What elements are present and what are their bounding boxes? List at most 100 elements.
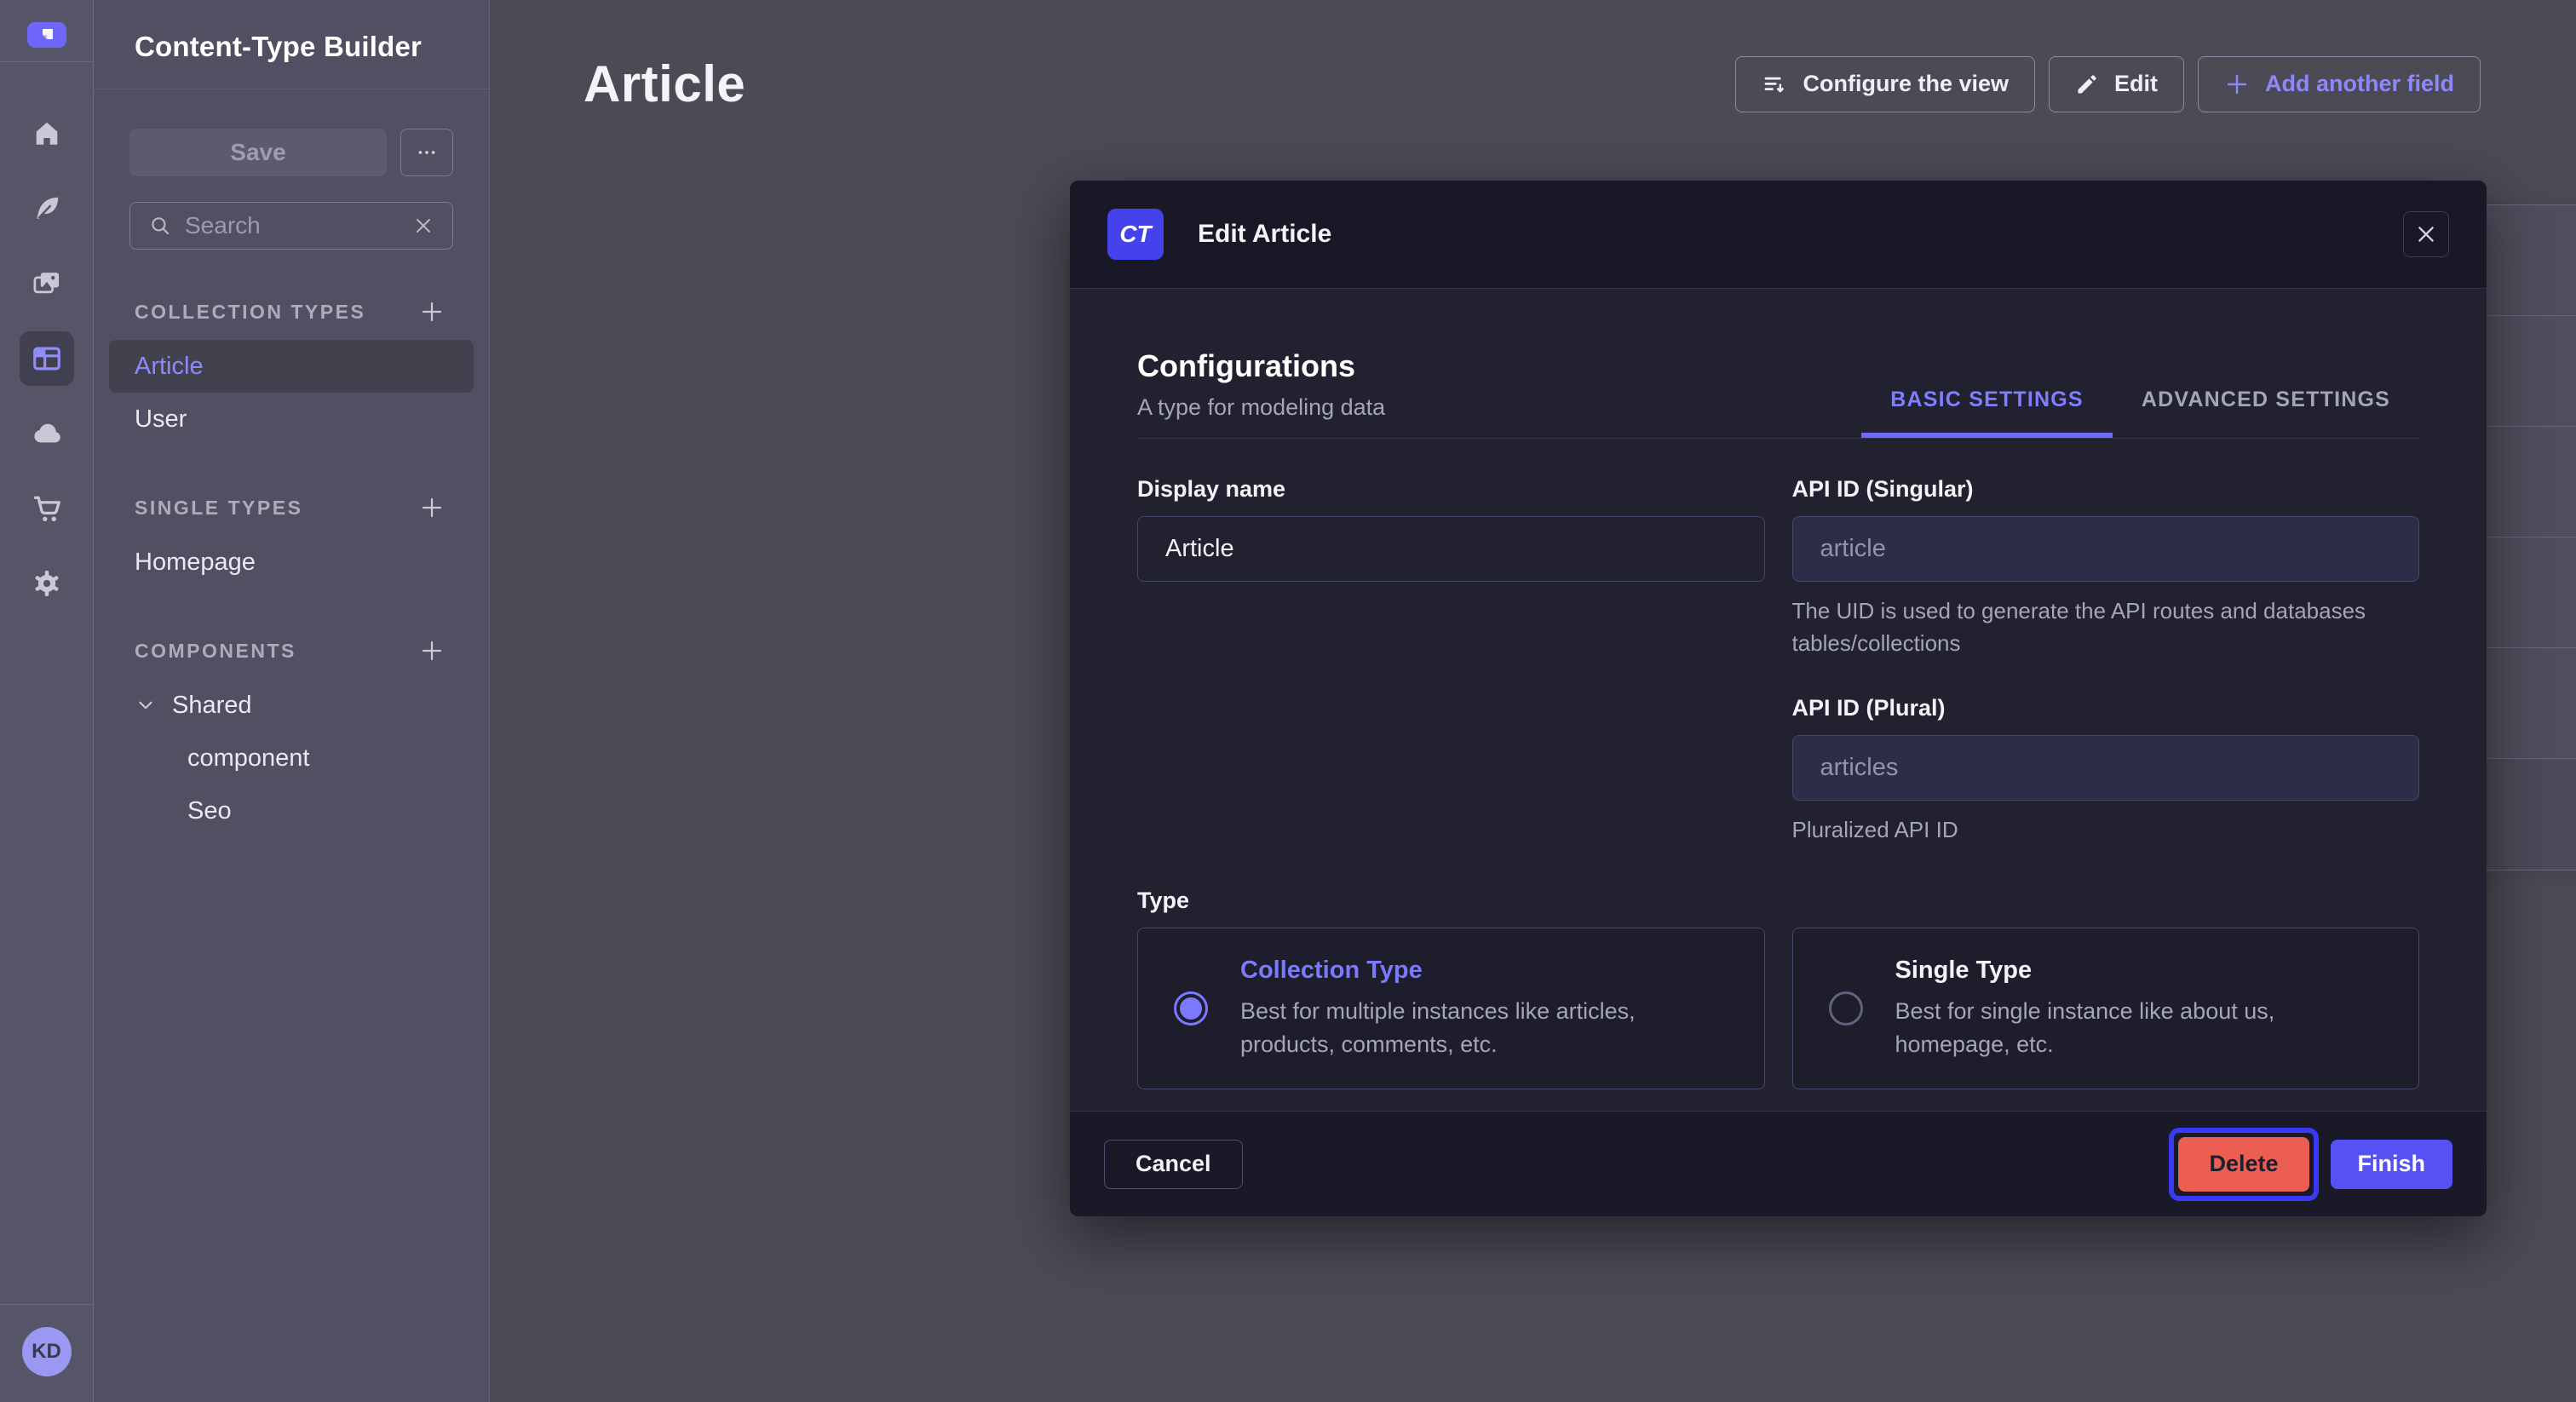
collection-types-label: COLLECTION TYPES bbox=[135, 301, 365, 324]
api-id-singular-hint: The UID is used to generate the API rout… bbox=[1792, 595, 2420, 659]
components-header: COMPONENTS bbox=[94, 638, 489, 664]
display-name-input[interactable] bbox=[1137, 516, 1765, 582]
radio-selected-icon[interactable] bbox=[1174, 991, 1208, 1026]
plus-icon bbox=[419, 638, 445, 664]
sidebar-group-shared-label: Shared bbox=[172, 692, 252, 720]
single-type-option[interactable]: Single Type Best for single instance lik… bbox=[1792, 928, 2420, 1089]
collection-type-description: Best for multiple instances like article… bbox=[1240, 995, 1728, 1060]
configurations-row: Configurations A type for modeling data … bbox=[1137, 348, 2419, 439]
save-button[interactable]: Save bbox=[129, 129, 387, 176]
configure-view-button[interactable]: Configure the view bbox=[1735, 56, 2035, 112]
nav-content-manager-button[interactable] bbox=[20, 181, 74, 236]
search-input[interactable] bbox=[185, 212, 400, 239]
api-id-singular-input[interactable] bbox=[1792, 516, 2420, 582]
nav-deploy-button[interactable] bbox=[20, 406, 74, 461]
modal-form: Display name API ID (Singular) The UID i… bbox=[1137, 476, 2419, 847]
strapi-logo-icon bbox=[37, 25, 57, 45]
strapi-logo[interactable] bbox=[27, 22, 66, 48]
edit-label: Edit bbox=[2114, 71, 2158, 97]
display-name-label: Display name bbox=[1137, 476, 1765, 503]
nav-settings-button[interactable] bbox=[20, 556, 74, 611]
modal-footer: Cancel Delete Finish bbox=[1070, 1111, 2487, 1216]
tab-advanced-settings[interactable]: ADVANCED SETTINGS bbox=[2113, 388, 2419, 438]
content-type-builder-icon bbox=[31, 342, 63, 375]
api-id-singular-label: API ID (Singular) bbox=[1792, 476, 2420, 503]
rail-bottom-divider bbox=[0, 1304, 94, 1305]
radio-unselected-icon[interactable] bbox=[1829, 991, 1863, 1026]
components-label: COMPONENTS bbox=[135, 640, 296, 663]
rail-bottom: KD bbox=[0, 1304, 94, 1402]
single-types-section: SINGLE TYPES Homepage bbox=[94, 495, 489, 589]
api-id-singular-field: API ID (Singular) The UID is used to gen… bbox=[1792, 476, 2420, 659]
add-component-button[interactable] bbox=[419, 638, 445, 664]
collection-type-texts: Collection Type Best for multiple instan… bbox=[1240, 957, 1728, 1060]
sidebar-controls: Save bbox=[129, 129, 453, 176]
main-header: Article Configure the view Edit bbox=[490, 0, 2576, 113]
avatar[interactable]: KD bbox=[22, 1327, 72, 1376]
collection-type-option[interactable]: Collection Type Best for multiple instan… bbox=[1137, 928, 1765, 1089]
single-types-label: SINGLE TYPES bbox=[135, 497, 302, 520]
gear-icon bbox=[31, 567, 63, 600]
feather-icon bbox=[32, 193, 62, 224]
modal-header: CT Edit Article bbox=[1070, 181, 2487, 289]
main-nav-rail: KD bbox=[0, 0, 94, 1402]
collection-types-section: COLLECTION TYPES Article User bbox=[94, 299, 489, 445]
nav-media-library-button[interactable] bbox=[20, 256, 74, 311]
close-modal-button[interactable] bbox=[2403, 211, 2449, 257]
sidebar-item-user[interactable]: User bbox=[109, 393, 474, 445]
pencil-icon bbox=[2075, 72, 2099, 96]
nav-content-type-builder-button[interactable] bbox=[20, 331, 74, 386]
rail-divider bbox=[0, 61, 94, 62]
sidebar-item-article[interactable]: Article bbox=[109, 340, 474, 393]
edit-button[interactable]: Edit bbox=[2049, 56, 2184, 112]
type-label: Type bbox=[1137, 888, 2419, 914]
search-box bbox=[129, 202, 453, 250]
plus-icon bbox=[419, 495, 445, 520]
footer-actions: Delete Finish bbox=[2169, 1128, 2452, 1201]
tab-basic-settings[interactable]: BASIC SETTINGS bbox=[1861, 388, 2113, 438]
screen: KD Content-Type Builder Save bbox=[0, 0, 2576, 1402]
modal-title: Edit Article bbox=[1198, 220, 1331, 249]
components-section: COMPONENTS Shared component Seo bbox=[94, 638, 489, 837]
api-id-plural-input[interactable] bbox=[1792, 735, 2420, 801]
cancel-button[interactable]: Cancel bbox=[1104, 1140, 1243, 1189]
modal-body: Configurations A type for modeling data … bbox=[1070, 289, 2487, 1111]
collection-types-header: COLLECTION TYPES bbox=[94, 299, 489, 325]
nav-home-button[interactable] bbox=[20, 106, 74, 161]
home-icon bbox=[32, 118, 62, 149]
close-icon bbox=[2414, 222, 2438, 246]
add-single-type-button[interactable] bbox=[419, 495, 445, 520]
header-actions: Configure the view Edit Add another fiel… bbox=[1735, 56, 2481, 112]
main-content: Article Configure the view Edit bbox=[490, 0, 2576, 1402]
api-id-plural-field: API ID (Plural) Pluralized API ID bbox=[1792, 695, 2420, 847]
content-type-builder-sidebar: Content-Type Builder Save bbox=[94, 0, 490, 1402]
display-name-field: Display name bbox=[1137, 476, 1765, 582]
ellipsis-icon bbox=[416, 141, 438, 164]
sidebar-header: Content-Type Builder bbox=[94, 0, 489, 89]
type-options: Collection Type Best for multiple instan… bbox=[1137, 928, 2419, 1089]
page-title: Article bbox=[584, 55, 745, 113]
nav-marketplace-button[interactable] bbox=[20, 481, 74, 536]
chevron-down-icon bbox=[135, 694, 157, 716]
sidebar-item-seo[interactable]: Seo bbox=[109, 784, 474, 837]
cart-icon bbox=[31, 492, 63, 525]
single-type-description: Best for single instance like about us, … bbox=[1895, 995, 2383, 1060]
sidebar-item-homepage[interactable]: Homepage bbox=[109, 536, 474, 589]
configurations-titles: Configurations A type for modeling data bbox=[1137, 348, 1385, 438]
more-actions-button[interactable] bbox=[400, 129, 453, 176]
add-another-field-button[interactable]: Add another field bbox=[2198, 56, 2481, 112]
single-type-title: Single Type bbox=[1895, 957, 2383, 985]
clear-search-icon[interactable] bbox=[413, 215, 434, 236]
finish-button[interactable]: Finish bbox=[2331, 1140, 2453, 1189]
rail-nav bbox=[20, 106, 74, 611]
sidebar-title: Content-Type Builder bbox=[135, 31, 448, 63]
configure-view-icon bbox=[1762, 72, 1787, 97]
api-id-plural-hint: Pluralized API ID bbox=[1792, 814, 2420, 847]
media-library-icon bbox=[32, 268, 62, 299]
sidebar-item-component[interactable]: component bbox=[109, 732, 474, 784]
settings-tabs: BASIC SETTINGS ADVANCED SETTINGS bbox=[1861, 388, 2419, 438]
add-collection-type-button[interactable] bbox=[419, 299, 445, 325]
sidebar-group-shared[interactable]: Shared bbox=[109, 679, 474, 732]
delete-button[interactable]: Delete bbox=[2178, 1137, 2309, 1192]
cloud-icon bbox=[31, 417, 63, 450]
